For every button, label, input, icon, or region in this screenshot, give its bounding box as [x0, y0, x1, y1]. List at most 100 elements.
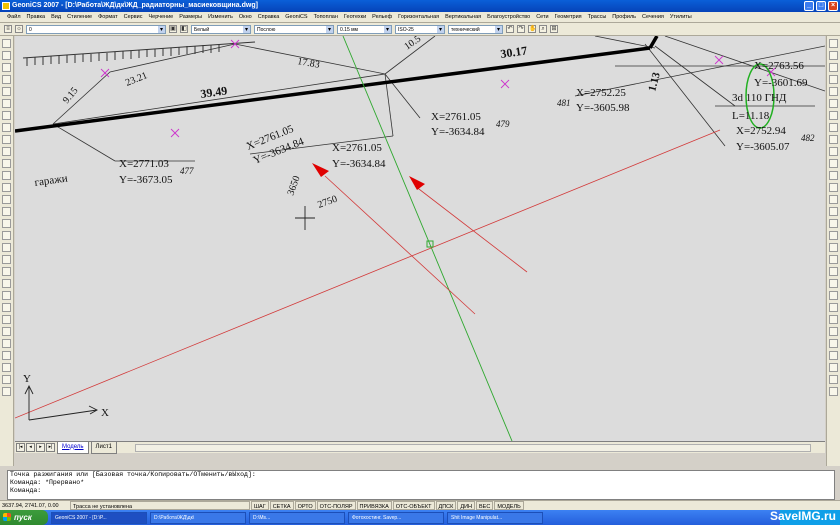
- menu-item[interactable]: Геометрия: [552, 12, 585, 22]
- command-window[interactable]: Точка разжигания или [Базовая точка/Копи…: [7, 470, 835, 500]
- maximize-button[interactable]: □: [816, 1, 826, 11]
- status-toggle[interactable]: ВЕС: [476, 501, 494, 510]
- status-toggle[interactable]: ПРИВЯЗКА: [356, 501, 392, 510]
- draw-tool-icon[interactable]: [2, 171, 11, 180]
- close-button[interactable]: ×: [828, 1, 838, 11]
- modify-tool-icon[interactable]: [829, 351, 838, 360]
- draw-tool-icon[interactable]: [2, 339, 11, 348]
- modify-tool-icon[interactable]: [829, 255, 838, 264]
- drawing-svg[interactable]: 9.15 23.21 17.83 10.5 30.17 39.49 1.13 X…: [15, 36, 825, 441]
- modify-tool-icon[interactable]: [829, 279, 838, 288]
- next-tab-button[interactable]: ▸: [36, 443, 45, 452]
- draw-tool-icon[interactable]: [2, 195, 11, 204]
- modify-tool-icon[interactable]: [829, 87, 838, 96]
- modify-tool-icon[interactable]: [829, 123, 838, 132]
- menu-item[interactable]: Изменить: [205, 12, 236, 22]
- draw-tool-icon[interactable]: [2, 351, 11, 360]
- draw-tool-icon[interactable]: [2, 303, 11, 312]
- menu-item[interactable]: Профиль: [609, 12, 639, 22]
- taskbar-button[interactable]: Shit Image Manipulat...: [447, 511, 543, 524]
- menu-item[interactable]: Формат: [95, 12, 121, 22]
- menu-item[interactable]: Вид: [48, 12, 64, 22]
- make-current-icon[interactable]: ▣: [169, 25, 177, 33]
- draw-tool-icon[interactable]: [2, 375, 11, 384]
- menu-item[interactable]: Благоустройство: [484, 12, 533, 22]
- menu-item[interactable]: Справка: [255, 12, 283, 22]
- status-toggle[interactable]: ДИН: [457, 501, 476, 510]
- draw-tool-icon[interactable]: [2, 327, 11, 336]
- layer-combo[interactable]: 0: [26, 24, 166, 34]
- menu-item[interactable]: Файл: [4, 12, 24, 22]
- draw-tool-icon[interactable]: [2, 111, 11, 120]
- draw-tool-icon[interactable]: [2, 291, 11, 300]
- draw-tool-icon[interactable]: [2, 279, 11, 288]
- menu-item[interactable]: Рельеф: [369, 12, 395, 22]
- modify-tool-icon[interactable]: [829, 51, 838, 60]
- menu-item[interactable]: Горизонтальная: [395, 12, 442, 22]
- undo-icon[interactable]: ↶: [506, 25, 514, 33]
- draw-tool-icon[interactable]: [2, 387, 11, 396]
- modify-tool-icon[interactable]: [829, 219, 838, 228]
- draw-tool-icon[interactable]: [2, 63, 11, 72]
- tab-sheet1[interactable]: Лист1: [90, 441, 117, 454]
- modify-tool-icon[interactable]: [829, 387, 838, 396]
- zoom-window-icon[interactable]: ⊞: [550, 25, 558, 33]
- minimize-button[interactable]: _: [804, 1, 814, 11]
- status-toggle[interactable]: ДПСК: [435, 501, 457, 510]
- zoom-icon[interactable]: ⌕: [539, 25, 547, 33]
- draw-tool-icon[interactable]: [2, 219, 11, 228]
- modify-tool-icon[interactable]: [829, 231, 838, 240]
- draw-tool-icon[interactable]: [2, 315, 11, 324]
- layer-state-icon[interactable]: ☼: [15, 25, 23, 33]
- modify-tool-icon[interactable]: [829, 327, 838, 336]
- status-toggle[interactable]: МОДЕЛЬ: [494, 501, 524, 510]
- draw-tool-icon[interactable]: [2, 183, 11, 192]
- menu-item[interactable]: Геотехки: [341, 12, 369, 22]
- textstyle-combo[interactable]: технический: [448, 24, 503, 34]
- menu-item[interactable]: Стиление: [64, 12, 95, 22]
- layer-manager-icon[interactable]: ≡: [4, 25, 12, 33]
- command-input[interactable]: Команда:: [10, 487, 834, 495]
- modify-tool-icon[interactable]: [829, 315, 838, 324]
- status-toggle[interactable]: ОТС-ОБЪЕКТ: [392, 501, 435, 510]
- draw-tool-icon[interactable]: [2, 87, 11, 96]
- draw-tool-icon[interactable]: [2, 75, 11, 84]
- menu-item[interactable]: Сервис: [121, 12, 146, 22]
- last-tab-button[interactable]: ▸|: [46, 443, 55, 452]
- status-toggle[interactable]: ШАГ: [251, 501, 269, 510]
- menu-item[interactable]: Сечения: [639, 12, 667, 22]
- status-toggle[interactable]: ОТС-ПОЛЯР: [316, 501, 356, 510]
- modify-tool-icon[interactable]: [829, 267, 838, 276]
- modify-tool-icon[interactable]: [829, 291, 838, 300]
- draw-tool-icon[interactable]: [2, 207, 11, 216]
- draw-tool-icon[interactable]: [2, 255, 11, 264]
- draw-tool-icon[interactable]: [2, 135, 11, 144]
- menu-item[interactable]: Трассы: [585, 12, 610, 22]
- status-toggle[interactable]: СЕТКА: [269, 501, 294, 510]
- modify-tool-icon[interactable]: [829, 303, 838, 312]
- menu-item[interactable]: Утилиты: [667, 12, 695, 22]
- linetype-combo[interactable]: Послою: [254, 24, 334, 34]
- lineweight-combo[interactable]: 0.15 мм: [337, 24, 392, 34]
- modify-tool-icon[interactable]: [829, 99, 838, 108]
- modify-tool-icon[interactable]: [829, 135, 838, 144]
- draw-tool-icon[interactable]: [2, 231, 11, 240]
- menu-item[interactable]: Топоплан: [311, 12, 341, 22]
- layer-previous-icon[interactable]: ◧: [180, 25, 188, 33]
- modify-tool-icon[interactable]: [829, 39, 838, 48]
- menu-item[interactable]: Окно: [236, 12, 255, 22]
- modify-tool-icon[interactable]: [829, 75, 838, 84]
- modify-tool-icon[interactable]: [829, 195, 838, 204]
- modify-tool-icon[interactable]: [829, 63, 838, 72]
- modify-tool-icon[interactable]: [829, 339, 838, 348]
- start-button[interactable]: пуск: [0, 510, 48, 525]
- menu-item[interactable]: Вертикальная: [442, 12, 484, 22]
- horizontal-scrollbar[interactable]: [135, 444, 811, 452]
- draw-tool-icon[interactable]: [2, 159, 11, 168]
- draw-tool-icon[interactable]: [2, 243, 11, 252]
- modify-tool-icon[interactable]: [829, 147, 838, 156]
- dimstyle-combo[interactable]: ISO-25: [395, 24, 445, 34]
- status-toggle[interactable]: ОРТО: [294, 501, 316, 510]
- taskbar-button[interactable]: D:\Работа\ЖД\дк\: [150, 511, 246, 524]
- redo-icon[interactable]: ↷: [517, 25, 525, 33]
